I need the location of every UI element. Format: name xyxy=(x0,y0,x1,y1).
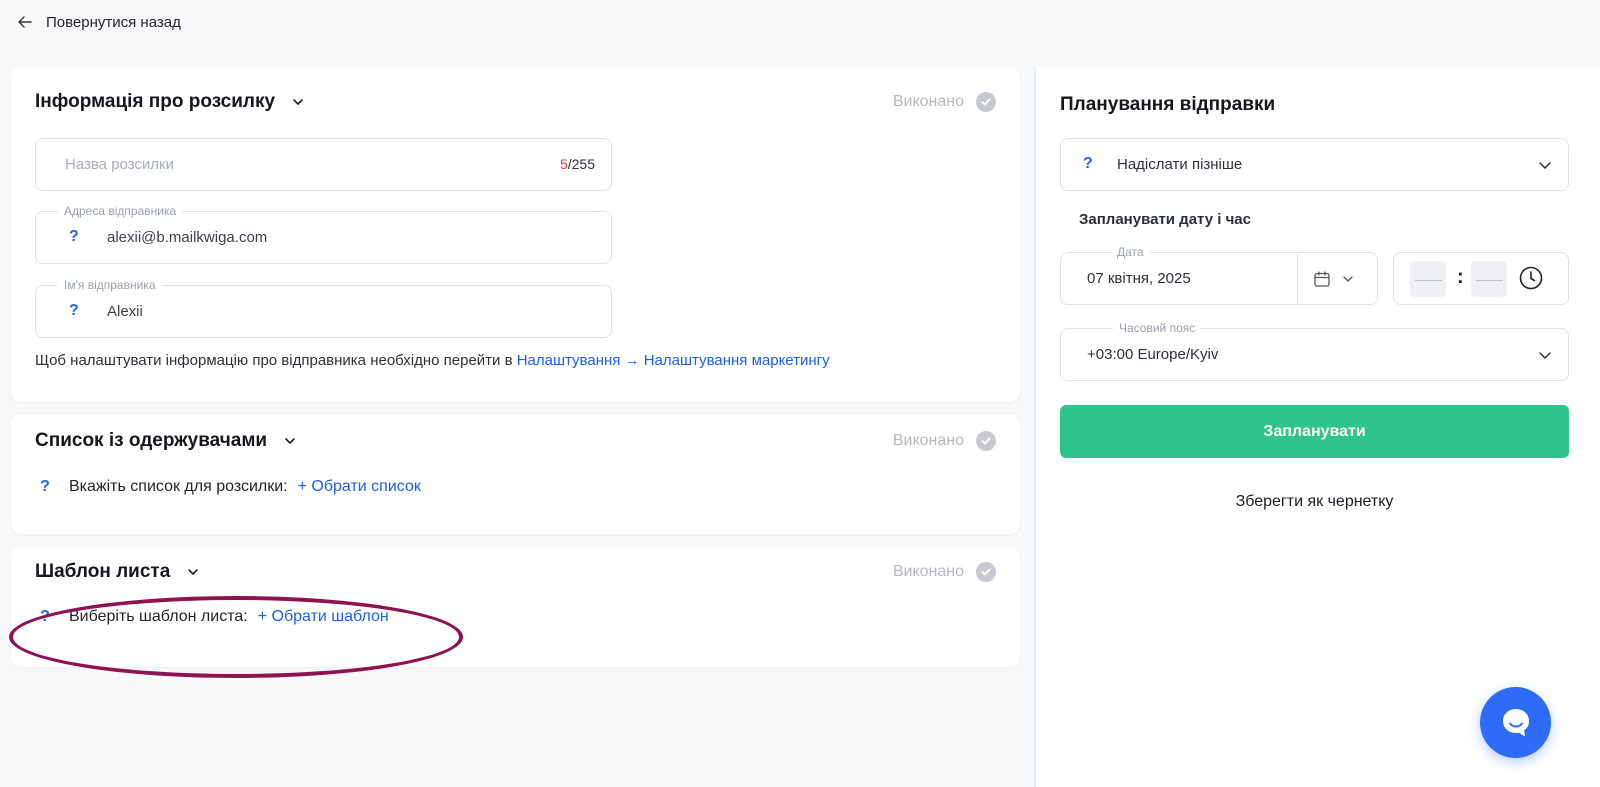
counter-current: 5 xyxy=(559,156,568,172)
sender-address-field[interactable]: Адреса відправника ? alexii@b.mailkwiga.… xyxy=(35,204,612,264)
choose-template-link[interactable]: + Обрати шаблон xyxy=(258,608,389,626)
schedule-panel: Планування відправки ? Надіслати пізніше… xyxy=(1034,67,1600,787)
template-header[interactable]: Шаблон листа xyxy=(35,561,200,583)
send-mode-help-icon[interactable]: ? xyxy=(1083,155,1093,173)
date-divider xyxy=(1297,253,1298,304)
timezone-select[interactable]: Часовий пояс +03:00 Europe/Kyiv xyxy=(1060,321,1569,381)
recipients-row: ? Вкажіть список для розсилки: + Обрати … xyxy=(35,478,421,496)
marketing-settings-link[interactable]: Налаштування → Налаштування маркетингу xyxy=(517,352,830,369)
recipients-card: Список із одержувачами Виконано ? Вкажіт… xyxy=(11,414,1020,534)
status-label: Виконано xyxy=(892,563,964,580)
date-value: 07 квітня, 2025 xyxy=(1087,270,1191,287)
mailing-name-placeholder: Назва розсилки xyxy=(65,156,174,173)
schedule-subtitle: Запланувати дату і час xyxy=(1079,211,1251,228)
sender-name-help-icon[interactable]: ? xyxy=(69,302,79,320)
chevron-down-icon[interactable] xyxy=(291,95,305,109)
counter-max: /255 xyxy=(567,156,595,172)
choose-list-link[interactable]: + Обрати список xyxy=(298,478,421,496)
chevron-down-icon[interactable] xyxy=(186,565,200,579)
hint-text: Щоб налаштувати інформацію про відправни… xyxy=(35,352,517,369)
chevron-down-icon[interactable] xyxy=(283,434,297,448)
check-circle-icon xyxy=(976,92,996,112)
time-picker[interactable]: —— : —— xyxy=(1393,252,1569,305)
mailing-info-card: Інформація про розсилку Виконано Назва р… xyxy=(11,67,1020,402)
mailing-info-header[interactable]: Інформація про розсилку xyxy=(35,91,305,113)
minutes-input[interactable]: —— xyxy=(1471,261,1507,297)
timezone-label: Часовий пояс xyxy=(1113,321,1202,335)
mailing-info-title: Інформація про розсилку xyxy=(35,91,276,112)
sender-address-label: Адреса відправника xyxy=(58,204,183,218)
save-draft-button[interactable]: Зберегти як чернетку xyxy=(1060,493,1569,523)
recipients-status: Виконано xyxy=(893,431,996,451)
arrow-left-icon xyxy=(18,16,32,28)
template-status: Виконано xyxy=(893,562,996,582)
mailing-name-counter: 5/255 xyxy=(560,156,595,172)
status-label: Виконано xyxy=(892,93,964,110)
check-circle-icon xyxy=(976,431,996,451)
sender-address-value: alexii@b.mailkwiga.com xyxy=(107,229,268,246)
template-title: Шаблон листа xyxy=(35,561,171,582)
mailing-info-status: Виконано xyxy=(893,92,996,112)
date-label: Дата xyxy=(1111,245,1150,259)
template-card: Шаблон листа Виконано ? Виберіть шаблон … xyxy=(11,547,1020,667)
sender-settings-hint: Щоб налаштувати інформацію про відправни… xyxy=(35,352,830,369)
sender-name-label: Ім'я відправника xyxy=(58,278,162,292)
chevron-down-icon xyxy=(1539,162,1551,169)
hours-input[interactable]: —— xyxy=(1410,261,1446,297)
recipients-title: Список із одержувачами xyxy=(35,430,268,451)
back-link[interactable]: Повернутися назад xyxy=(16,11,181,33)
clock-icon[interactable] xyxy=(1518,265,1544,291)
template-help-icon[interactable]: ? xyxy=(35,608,55,626)
recipients-header[interactable]: Список із одержувачами xyxy=(35,430,297,452)
calendar-icon[interactable] xyxy=(1313,270,1331,288)
sender-name-field[interactable]: Ім'я відправника ? Alexii xyxy=(35,278,612,338)
sender-name-value: Alexii xyxy=(107,303,143,320)
send-mode-select[interactable]: ? Надіслати пізніше xyxy=(1060,138,1569,191)
template-row: ? Виберіть шаблон листа: + Обрати шаблон xyxy=(35,608,389,626)
check-circle-icon xyxy=(976,562,996,582)
status-label: Виконано xyxy=(892,432,964,449)
schedule-title: Планування відправки xyxy=(1060,94,1276,115)
recipients-prompt: Вкажіть список для розсилки: xyxy=(69,478,288,495)
chat-button[interactable] xyxy=(1480,687,1551,758)
timezone-value: +03:00 Europe/Kyiv xyxy=(1087,346,1219,363)
back-link-label: Повернутися назад xyxy=(46,13,181,31)
date-picker[interactable]: Дата 07 квітня, 2025 xyxy=(1060,245,1378,305)
sender-address-help-icon[interactable]: ? xyxy=(69,228,79,246)
chevron-down-icon[interactable] xyxy=(1342,273,1354,285)
chat-icon xyxy=(1502,708,1529,736)
schedule-button[interactable]: Запланувати xyxy=(1060,405,1569,458)
mailing-name-input[interactable]: Назва розсилки 5/255 xyxy=(35,138,612,191)
send-mode-value: Надіслати пізніше xyxy=(1117,156,1243,173)
time-separator: : xyxy=(1457,266,1464,288)
chevron-down-icon xyxy=(1539,352,1551,359)
recipients-help-icon[interactable]: ? xyxy=(35,478,55,496)
template-prompt: Виберіть шаблон листа: xyxy=(69,608,248,625)
